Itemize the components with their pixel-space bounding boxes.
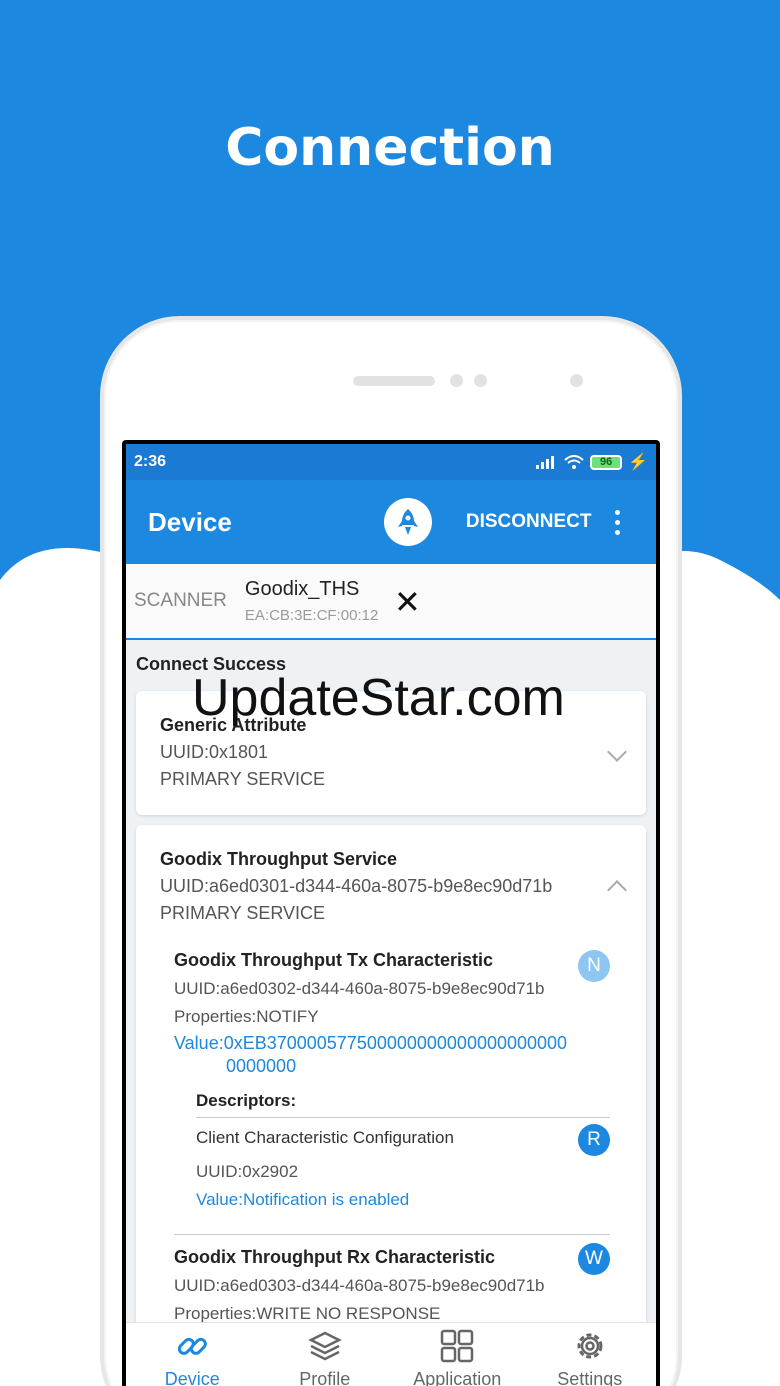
phone-speaker: [353, 376, 435, 386]
nav-label: Profile: [299, 1369, 351, 1386]
nav-settings[interactable]: Settings: [524, 1323, 657, 1386]
device-address: EA:CB:3E:CF:00:12: [244, 607, 379, 624]
signal-icon: [536, 456, 555, 469]
bottom-navigation: Device Profile Application Settings: [126, 1322, 656, 1386]
service-name: Goodix Throughput Service: [160, 849, 398, 869]
battery-icon: 96: [590, 454, 623, 470]
watermark-text: UpdateStar.com: [192, 669, 565, 727]
layers-icon: [307, 1331, 342, 1361]
status-bar: 2:36 96 ⚡: [126, 444, 656, 480]
service-card[interactable]: Goodix Throughput Service UUID:a6ed0301-…: [136, 825, 646, 1345]
phone-sensor: [474, 374, 487, 387]
device-tab-bar: SCANNER Goodix_THS EA:CB:3E:CF:00:12 ✕: [126, 564, 656, 640]
notify-badge-icon[interactable]: N: [578, 950, 610, 982]
characteristic-name: Goodix Throughput Rx Characteristic: [174, 1247, 496, 1267]
read-badge-icon[interactable]: R: [578, 1124, 610, 1156]
charging-icon: ⚡: [628, 454, 648, 471]
wifi-icon: [564, 454, 584, 469]
tab-device[interactable]: Goodix_THS EA:CB:3E:CF:00:12: [245, 578, 378, 624]
characteristic-item: Goodix Throughput Tx Characteristic N UU…: [174, 950, 610, 1235]
page-title: Device: [148, 506, 232, 537]
characteristic-name: Goodix Throughput Tx Characteristic: [174, 950, 494, 970]
characteristic-uuid: UUID:a6ed0302-d344-460a-8075-b9e8ec90d71…: [174, 979, 545, 998]
grid-icon: [441, 1329, 474, 1363]
tab-scanner[interactable]: SCANNER: [134, 590, 227, 612]
service-type: PRIMARY SERVICE: [160, 769, 326, 789]
characteristic-uuid: UUID:a6ed0303-d344-460a-8075-b9e8ec90d71…: [174, 1276, 545, 1295]
characteristic-properties: Properties:WRITE NO RESPONSE: [174, 1304, 441, 1323]
service-type: PRIMARY SERVICE: [160, 903, 326, 923]
divider: [174, 1234, 610, 1235]
disconnect-button[interactable]: DISCONNECT: [466, 511, 592, 533]
service-uuid: UUID:0x1801: [160, 742, 269, 762]
status-time: 2:36: [134, 453, 167, 470]
rocket-logo-icon: [383, 498, 432, 546]
nav-label: Device: [164, 1369, 220, 1386]
characteristic-value-continued: 0000000: [226, 1056, 297, 1076]
promo-headline: Connection: [225, 118, 555, 178]
characteristic-item: Goodix Throughput Rx Characteristic W UU…: [174, 1243, 610, 1324]
nav-application[interactable]: Application: [391, 1323, 524, 1386]
overflow-menu-icon[interactable]: [613, 509, 621, 535]
characteristic-value: Value:0xEB370000577500000000000000000000: [174, 1033, 568, 1053]
nav-label: Settings: [557, 1369, 623, 1386]
descriptor-item: Client Characteristic Configuration R UU…: [196, 1124, 610, 1210]
nav-profile[interactable]: Profile: [259, 1323, 392, 1386]
phone-sensor: [450, 374, 463, 387]
nav-label: Application: [413, 1369, 502, 1386]
phone-screen: 2:36 96 ⚡ Device DISCONNECT SCANNER Good…: [122, 440, 660, 1386]
device-name: Goodix_THS: [244, 578, 360, 600]
descriptors-heading: Descriptors:: [196, 1091, 610, 1118]
write-badge-icon[interactable]: W: [578, 1243, 610, 1275]
close-icon[interactable]: ✕: [394, 586, 421, 618]
descriptor-value: Value:Notification is enabled: [196, 1190, 410, 1209]
gear-icon: [577, 1333, 603, 1359]
nav-device[interactable]: Device: [126, 1323, 259, 1386]
descriptor-name: Client Characteristic Configuration: [196, 1128, 454, 1147]
phone-camera: [570, 374, 583, 387]
descriptor-uuid: UUID:0x2902: [196, 1162, 299, 1181]
app-bar: Device DISCONNECT: [126, 480, 656, 564]
link-icon: [178, 1337, 208, 1355]
characteristic-properties: Properties:NOTIFY: [174, 1007, 319, 1026]
service-uuid: UUID:a6ed0301-d344-460a-8075-b9e8ec90d71…: [160, 876, 553, 896]
service-list: Connect Success Generic Attribute UUID:0…: [126, 640, 656, 1345]
